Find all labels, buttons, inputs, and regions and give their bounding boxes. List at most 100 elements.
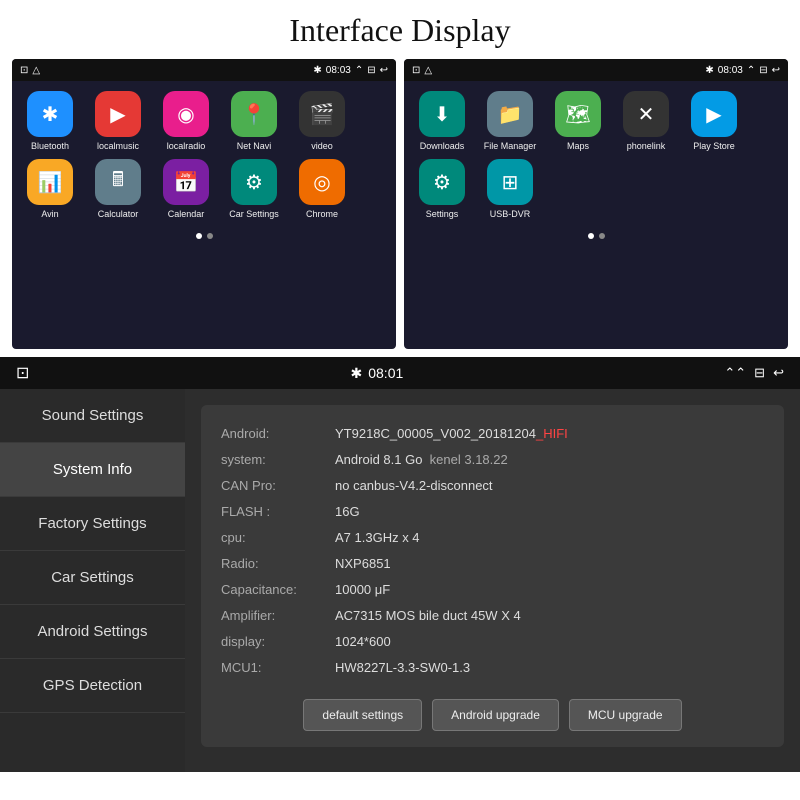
info-panel: Android:YT9218C_00005_V002_20181204_HIFI… — [201, 405, 784, 747]
home-icon-1: ⊡ — [20, 65, 28, 76]
sidebar-item-android-settings[interactable]: Android Settings — [0, 605, 185, 659]
app-grid-1: ✱ Bluetooth ▶ localmusic ◉ localradio 📍 … — [12, 81, 396, 229]
info-label: Android: — [221, 421, 331, 447]
info-highlight: _HIFI — [536, 426, 568, 441]
app-icon: ◉ — [163, 91, 209, 137]
sidebar-item-car-settings[interactable]: Car Settings — [0, 551, 185, 605]
app-label: Net Navi — [237, 141, 272, 151]
car-chevron-icon: ⌃⌃ — [724, 365, 746, 381]
app-icon: ⬇ — [419, 91, 465, 137]
window-icon-2: ⊟ — [759, 65, 767, 76]
info-value: 10000 μF — [335, 577, 390, 603]
app-label: Maps — [567, 141, 589, 151]
app-item[interactable]: ▶ localmusic — [88, 91, 148, 151]
info-row: MCU1:HW8227L-3.3-SW0-1.3 — [221, 655, 764, 681]
app-item[interactable]: ⚙ Car Settings — [224, 159, 284, 219]
info-label: cpu: — [221, 525, 331, 551]
sidebar-item-gps-detection[interactable]: GPS Detection — [0, 659, 185, 713]
triangle-icon-2: △ — [424, 65, 432, 76]
info-value: 16G — [335, 499, 360, 525]
info-label: system: — [221, 447, 331, 473]
time-2: 08:03 — [718, 65, 743, 76]
app-label: Settings — [426, 209, 459, 219]
info-value: HW8227L-3.3-SW0-1.3 — [335, 655, 470, 681]
page-title: Interface Display — [0, 0, 800, 59]
status-right-2: ✱ 08:03 ⌃ ⊟ ↩ — [705, 65, 780, 76]
app-icon: ◎ — [299, 159, 345, 205]
info-row: Amplifier:AC7315 MOS bile duct 45W X 4 — [221, 603, 764, 629]
app-item[interactable]: ⚙ Settings — [412, 159, 472, 219]
app-icon: 📅 — [163, 159, 209, 205]
info-value: YT9218C_00005_V002_20181204_HIFI — [335, 421, 568, 447]
app-item[interactable]: ◉ localradio — [156, 91, 216, 151]
action-button-default-settings[interactable]: default settings — [303, 699, 422, 731]
window-icon-1: ⊟ — [367, 65, 375, 76]
app-icon: 🖩 — [95, 159, 141, 205]
app-icon: 🗺 — [555, 91, 601, 137]
app-icon: 📍 — [231, 91, 277, 137]
status-right-1: ✱ 08:03 ⌃ ⊟ ↩ — [313, 65, 388, 76]
app-item[interactable]: ⊞ USB-DVR — [480, 159, 540, 219]
app-item[interactable]: 🖩 Calculator — [88, 159, 148, 219]
back-icon-1: ↩ — [380, 65, 388, 76]
sidebar-item-factory-settings[interactable]: Factory Settings — [0, 497, 185, 551]
bt-icon-1: ✱ — [313, 65, 321, 76]
status-left-2: ⊡ △ — [412, 65, 432, 76]
info-label: MCU1: — [221, 655, 331, 681]
app-label: Calendar — [168, 209, 205, 219]
app-item[interactable]: 📍 Net Navi — [224, 91, 284, 151]
car-panel: ⊡ ✱ 08:01 ⌃⌃ ⊟ ↩ Sound SettingsSystem In… — [0, 357, 800, 772]
app-label: Bluetooth — [31, 141, 69, 151]
app-icon: ✱ — [27, 91, 73, 137]
screenshot-2: ⊡ △ ✱ 08:03 ⌃ ⊟ ↩ ⬇ Downloads 📁 File Man… — [404, 59, 788, 349]
app-item[interactable]: ⬇ Downloads — [412, 91, 472, 151]
info-row: Radio:NXP6851 — [221, 551, 764, 577]
info-row: Capacitance:10000 μF — [221, 577, 764, 603]
app-item[interactable]: ▶ Play Store — [684, 91, 744, 151]
app-label: Play Store — [693, 141, 735, 151]
car-window-icon: ⊟ — [754, 365, 765, 381]
sidebar-item-sound-settings[interactable]: Sound Settings — [0, 389, 185, 443]
info-label: CAN Pro: — [221, 473, 331, 499]
sidebar: Sound SettingsSystem InfoFactory Setting… — [0, 389, 185, 772]
car-content: Sound SettingsSystem InfoFactory Setting… — [0, 389, 800, 772]
app-item[interactable]: 📅 Calendar — [156, 159, 216, 219]
info-row: display:1024*600 — [221, 629, 764, 655]
info-value: no canbus-V4.2-disconnect — [335, 473, 493, 499]
car-status-right: ⌃⌃ ⊟ ↩ — [724, 365, 784, 381]
action-button-android-upgrade[interactable]: Android upgrade — [432, 699, 559, 731]
app-item[interactable]: ✕ phonelink — [616, 91, 676, 151]
info-label: Radio: — [221, 551, 331, 577]
app-icon: 🎬 — [299, 91, 345, 137]
info-value: 1024*600 — [335, 629, 391, 655]
home-icon-2: ⊡ — [412, 65, 420, 76]
app-item[interactable]: 📊 Avin — [20, 159, 80, 219]
app-label: Car Settings — [229, 209, 279, 219]
app-label: localradio — [167, 141, 206, 151]
app-icon: ▶ — [691, 91, 737, 137]
status-bar-1: ⊡ △ ✱ 08:03 ⌃ ⊟ ↩ — [12, 59, 396, 81]
sidebar-item-system-info[interactable]: System Info — [0, 443, 185, 497]
app-icon: 📊 — [27, 159, 73, 205]
app-item[interactable]: 🎬 video — [292, 91, 352, 151]
info-value: A7 1.3GHz x 4 — [335, 525, 420, 551]
app-icon: ✕ — [623, 91, 669, 137]
app-item[interactable]: 🗺 Maps — [548, 91, 608, 151]
time-1: 08:03 — [326, 65, 351, 76]
app-item[interactable]: ✱ Bluetooth — [20, 91, 80, 151]
info-label: display: — [221, 629, 331, 655]
app-icon: ▶ — [95, 91, 141, 137]
app-label: Downloads — [420, 141, 465, 151]
action-button-mcu-upgrade[interactable]: MCU upgrade — [569, 699, 682, 731]
app-icon: 📁 — [487, 91, 533, 137]
app-item[interactable]: ◎ Chrome — [292, 159, 352, 219]
triangle-icon-1: △ — [32, 65, 40, 76]
chevron-up-icon-1: ⌃ — [355, 65, 363, 76]
car-home-icon[interactable]: ⊡ — [16, 363, 29, 383]
app-grid-2: ⬇ Downloads 📁 File Manager 🗺 Maps ✕ phon… — [404, 81, 788, 229]
app-label: USB-DVR — [490, 209, 531, 219]
status-bar-2: ⊡ △ ✱ 08:03 ⌃ ⊟ ↩ — [404, 59, 788, 81]
info-row: Android:YT9218C_00005_V002_20181204_HIFI — [221, 421, 764, 447]
app-item[interactable]: 📁 File Manager — [480, 91, 540, 151]
car-back-icon[interactable]: ↩ — [773, 365, 784, 381]
